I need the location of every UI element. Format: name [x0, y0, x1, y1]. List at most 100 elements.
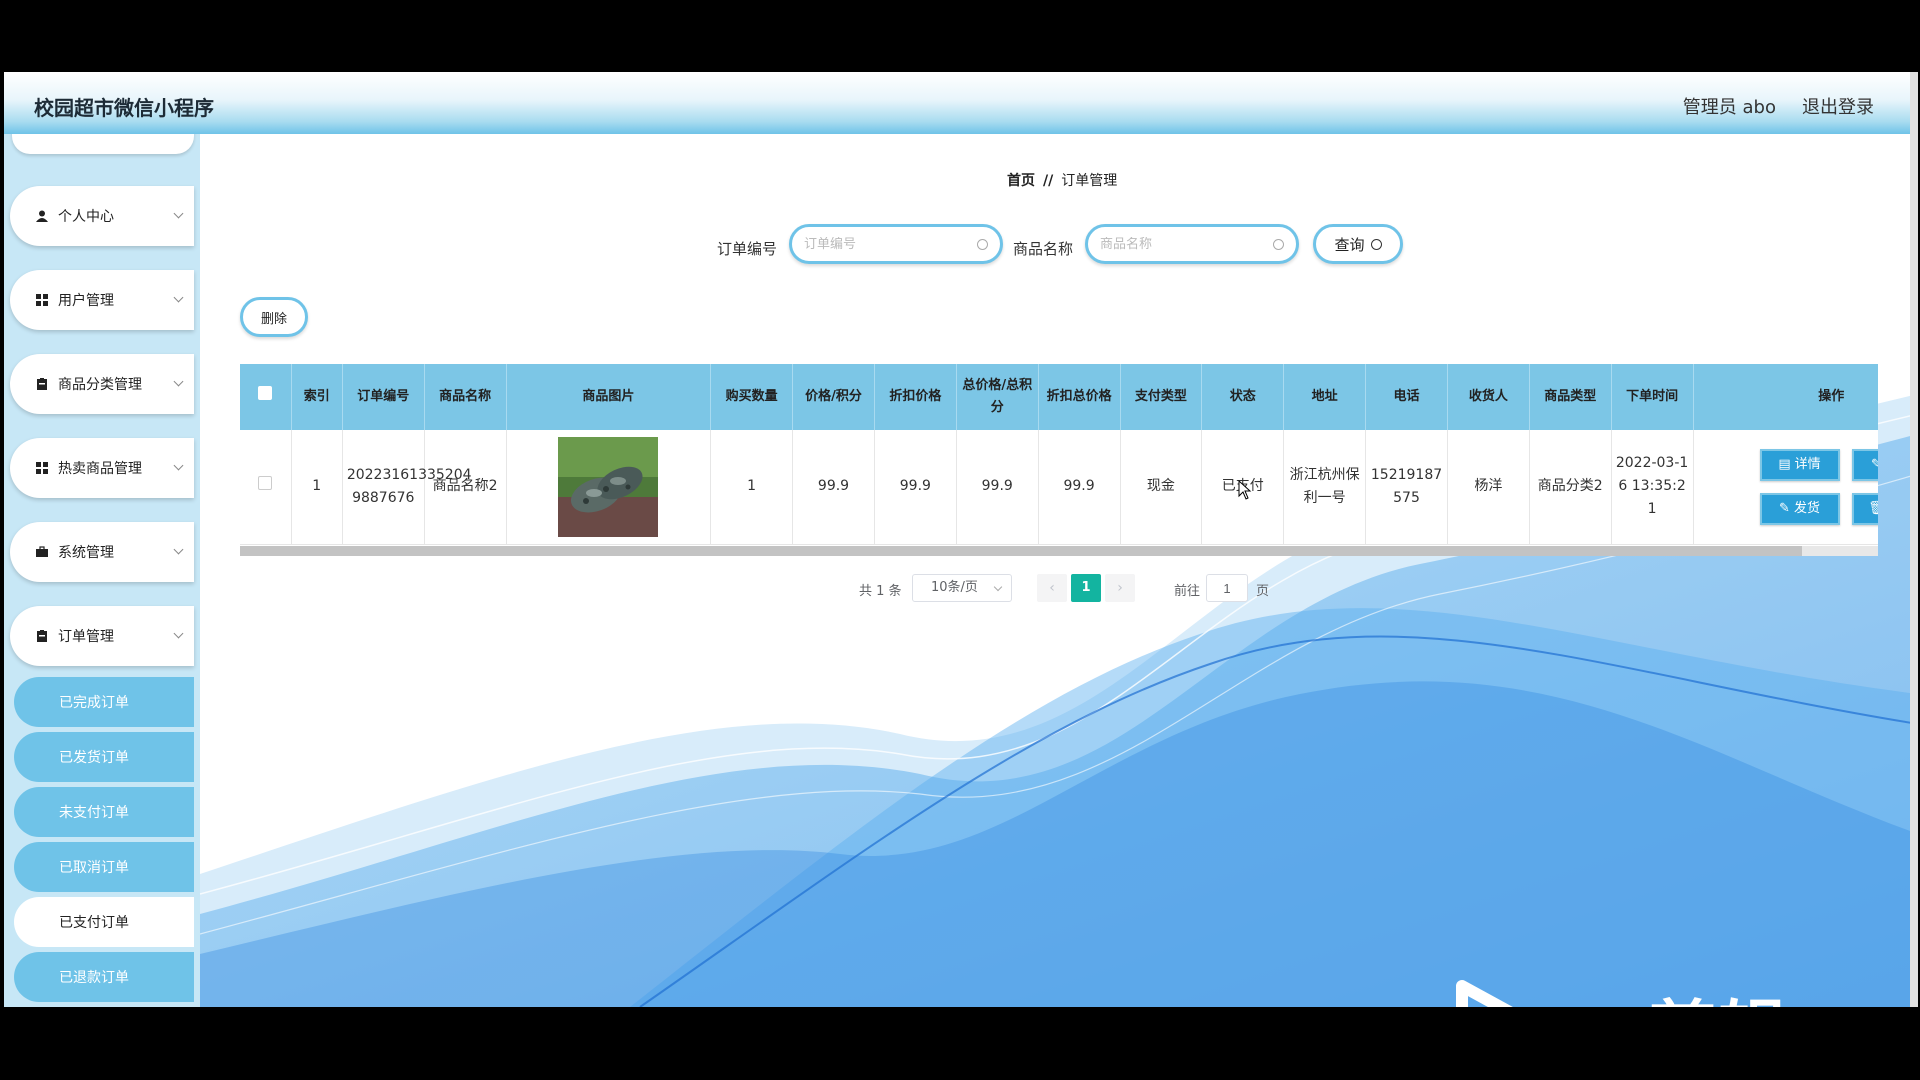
sidebar-item-hot-products[interactable]: 热卖商品管理	[10, 438, 194, 498]
sidebar-top-item[interactable]	[12, 134, 194, 154]
col-header-discount-total: 折扣总价格	[1038, 364, 1121, 430]
table-row: 1 20223161335204 9887676 商品名称2 1 99.9 99…	[240, 430, 1878, 545]
search-icon	[1370, 238, 1382, 250]
table-header-row: 索引 订单编号 商品名称 商品图片 购买数量 价格/积分 折扣价格 总价格/总积…	[240, 364, 1878, 430]
cell-product-image	[506, 430, 712, 545]
product-name-input[interactable]	[1100, 236, 1270, 252]
submenu-refunded-orders[interactable]: 已退款订单	[14, 952, 194, 1002]
cell-discount-total: 99.9	[1038, 430, 1121, 545]
mouse-cursor-icon	[1238, 480, 1252, 500]
sidebar-item-personal-center[interactable]: 个人中心	[10, 186, 194, 246]
page-1-button[interactable]: 1	[1071, 574, 1101, 602]
product-name-label: 商品名称	[1013, 240, 1074, 258]
wave-background	[200, 394, 1918, 1007]
ev-logo-icon	[1456, 980, 1513, 1007]
grid-icon	[36, 462, 48, 474]
sidebar: 个人中心 用户管理 商品分类管理 热卖商品管理 系统管理 订单管理 已完成订单 …	[4, 134, 200, 1007]
sidebar-item-user-management[interactable]: 用户管理	[10, 270, 194, 330]
sidebar-item-system-management[interactable]: 系统管理	[10, 522, 194, 582]
batch-delete-button[interactable]: 删除	[240, 297, 308, 337]
page-size-select[interactable]: 10条/页	[912, 574, 1012, 602]
goto-page-input[interactable]	[1206, 574, 1248, 602]
main-content: 首页 // 订单管理 订单编号 商品名称 查询 删除	[200, 134, 1918, 1007]
col-header-address: 地址	[1283, 364, 1367, 430]
breadcrumb: 首页 // 订单管理	[1007, 170, 1117, 190]
sidebar-item-label: 订单管理	[58, 629, 114, 645]
chevron-down-icon	[173, 208, 184, 219]
submenu-shipped-orders[interactable]: 已发货订单	[14, 732, 194, 782]
cell-quantity: 1	[710, 430, 794, 545]
col-header-quantity: 购买数量	[710, 364, 794, 430]
briefcase-icon	[36, 546, 48, 557]
chevron-down-icon	[173, 544, 184, 555]
sidebar-item-order-management[interactable]: 订单管理	[10, 606, 194, 666]
admin-label: 管理员 abo	[1682, 97, 1776, 118]
sidebar-item-category-management[interactable]: 商品分类管理	[10, 354, 194, 414]
col-header-status: 状态	[1201, 364, 1285, 430]
ship-label: 发货	[1793, 501, 1820, 517]
select-all-checkbox[interactable]	[258, 386, 273, 400]
col-header-price: 价格/积分	[792, 364, 875, 430]
cell-price: 99.9	[792, 430, 875, 545]
window-edge	[1910, 72, 1918, 1007]
total-count: 共 1 条	[859, 584, 902, 599]
page-suffix: 页	[1256, 584, 1270, 599]
cell-discount-price: 99.9	[874, 430, 957, 545]
row-checkbox[interactable]	[258, 476, 273, 491]
order-no-label: 订单编号	[717, 240, 778, 258]
order-no-input[interactable]	[804, 236, 974, 252]
ship-button[interactable]: ✎ 发货	[1759, 492, 1840, 525]
sidebar-item-label: 商品分类管理	[58, 377, 142, 393]
edit-button[interactable]: ✎修改	[1851, 448, 1878, 481]
goto-label: 前往	[1174, 584, 1201, 599]
submenu-unpaid-orders[interactable]: 未支付订单	[14, 787, 194, 837]
col-header-product-image: 商品图片	[506, 364, 712, 430]
chevron-down-icon	[173, 460, 184, 471]
query-button[interactable]: 查询	[1313, 224, 1403, 264]
scrollbar-thumb[interactable]	[240, 546, 1802, 556]
prev-page-button[interactable]: ‹	[1037, 574, 1067, 602]
clipboard-icon	[37, 630, 47, 642]
app-window: 校园超市微信小程序 管理员 abo 退出登录 个人中心 用户管理 商品分类管理 …	[4, 72, 1918, 1007]
submenu-completed-orders[interactable]: 已完成订单	[14, 677, 194, 727]
next-page-button[interactable]: ›	[1105, 574, 1135, 602]
col-header-index: 索引	[291, 364, 343, 430]
chevron-down-icon	[993, 582, 1003, 592]
submenu-cancelled-orders[interactable]: 已取消订单	[14, 842, 194, 892]
chevron-left-icon: ‹	[1049, 580, 1055, 596]
breadcrumb-home[interactable]: 首页	[1007, 173, 1035, 189]
col-header-category: 商品类型	[1529, 364, 1612, 430]
product-name-field[interactable]	[1085, 224, 1299, 264]
page-size-value: 10条/页	[931, 580, 978, 595]
chevron-down-icon	[173, 628, 184, 639]
horizontal-scrollbar[interactable]	[240, 546, 1878, 556]
col-header-pay-type: 支付类型	[1120, 364, 1203, 430]
chevron-down-icon	[173, 376, 184, 387]
col-header-phone: 电话	[1365, 364, 1448, 430]
orders-table: 索引 订单编号 商品名称 商品图片 购买数量 价格/积分 折扣价格 总价格/总积…	[240, 364, 1878, 556]
query-button-label: 查询	[1334, 235, 1365, 254]
select-all-cell	[240, 364, 292, 430]
logout-link[interactable]: 退出登录	[1802, 93, 1874, 119]
clipboard-icon	[37, 378, 47, 390]
trash-icon: 🗑	[1868, 501, 1878, 517]
top-header: 校园超市微信小程序 管理员 abo 退出登录	[4, 72, 1918, 134]
sidebar-item-label: 个人中心	[58, 209, 114, 225]
chevron-right-icon: ›	[1117, 580, 1123, 596]
detail-button[interactable]: ▤ 详情	[1759, 448, 1840, 481]
sidebar-item-label: 用户管理	[58, 293, 114, 309]
watermark-text: ev剪辑	[1554, 977, 1788, 1007]
edit-icon: ✎	[1871, 457, 1878, 473]
col-header-receiver: 收货人	[1447, 364, 1530, 430]
search-icon	[1273, 238, 1284, 250]
sidebar-item-label: 热卖商品管理	[58, 461, 142, 477]
ship-icon: ✎	[1779, 501, 1790, 517]
order-no-field[interactable]	[789, 224, 1003, 264]
col-header-actions: 操作	[1693, 364, 1878, 430]
product-image	[558, 436, 659, 537]
cell-phone: 15219187575	[1365, 430, 1448, 545]
cell-order-no: 20223161335204 9887676	[342, 430, 472, 545]
breadcrumb-current: 订单管理	[1061, 173, 1118, 189]
row-delete-button[interactable]: 🗑删除	[1851, 492, 1878, 525]
submenu-paid-orders[interactable]: 已支付订单	[14, 897, 194, 947]
